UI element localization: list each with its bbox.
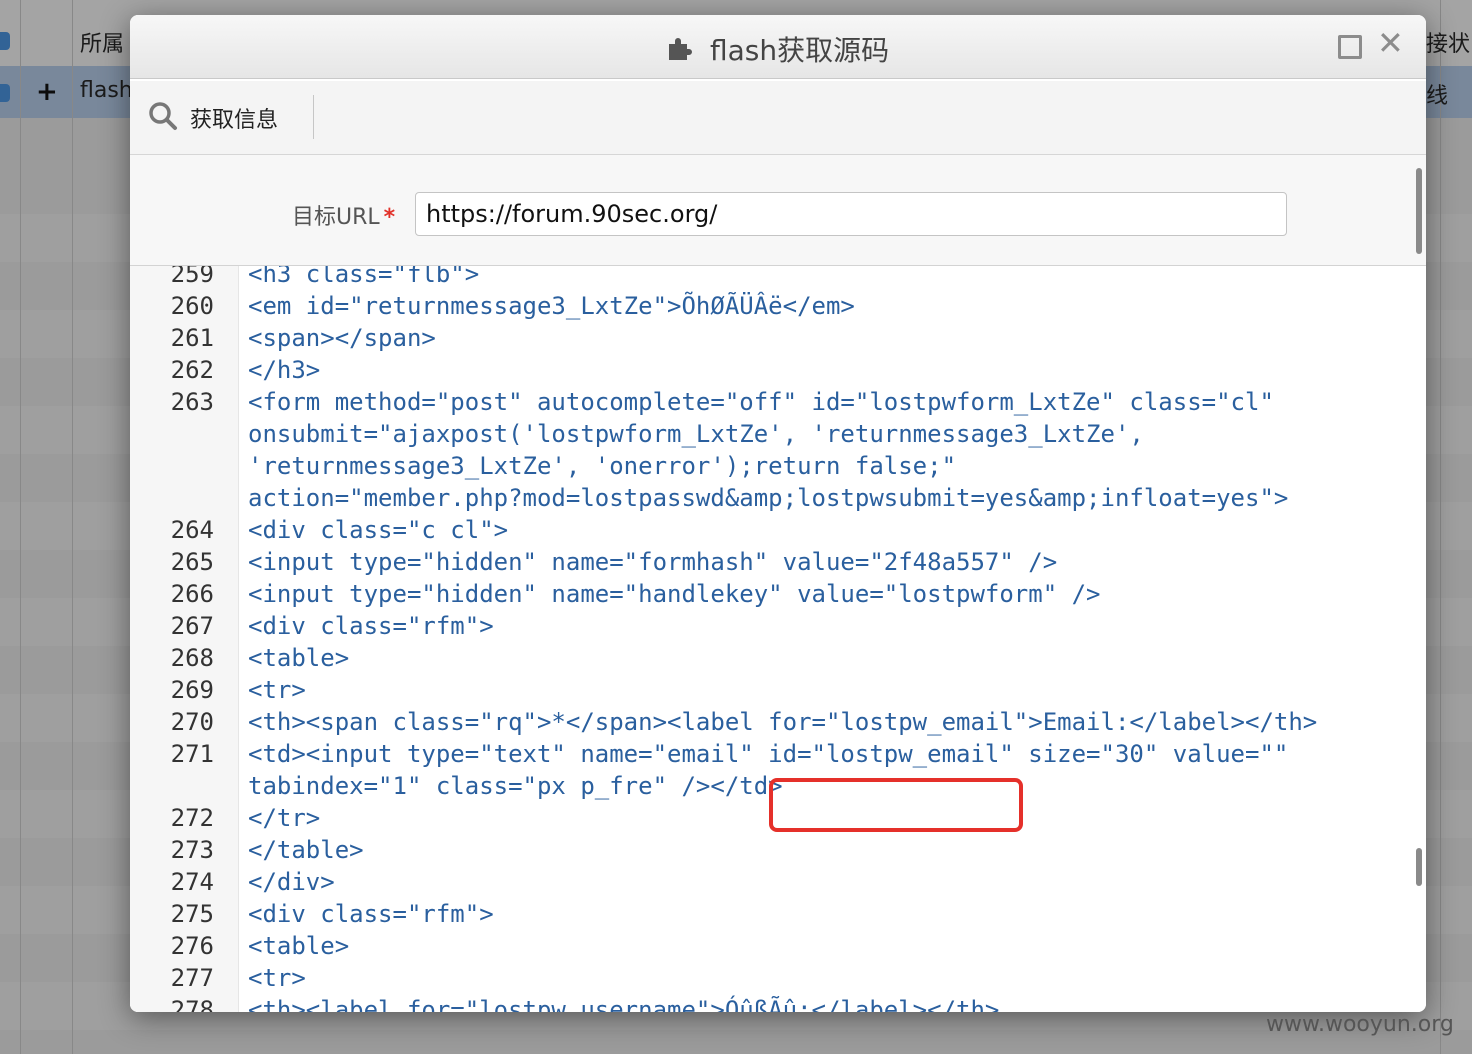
code-text: <h3 class="flb"> [248, 266, 480, 288]
maximize-button[interactable] [1338, 35, 1362, 59]
code-line: 269 <tr> [130, 674, 1410, 706]
code-text: <div class="rfm"> [248, 900, 494, 928]
code-text: <em id="returnmessage3_LxtZe">ÕһØÃÜÂë</e… [248, 292, 855, 320]
code-line: 270 <th><span class="rq">*</span><label f… [130, 706, 1410, 738]
line-number: 269 [170, 676, 214, 704]
line-number: 259 [170, 266, 214, 288]
line-number: 260 [170, 292, 214, 320]
code-text: <td><input type="text" name="email" id="… [248, 740, 1289, 768]
watermark: www.wooyun.org [1266, 1012, 1454, 1037]
line-number [130, 450, 214, 482]
line-number: 270 [170, 708, 214, 736]
code-line: 271 <td><input type="text" name="email" i… [130, 738, 1410, 770]
toolbar-divider [313, 95, 314, 139]
dialog-title: flash获取源码 [709, 34, 890, 67]
code-text: 'returnmessage3_LxtZe', 'onerror');retur… [248, 452, 957, 480]
code-text: </tr> [248, 804, 321, 832]
code-line: 259 <h3 class="flb"> [130, 266, 1410, 290]
dialog-titlebar[interactable]: flash获取源码 ✕ [130, 15, 1426, 79]
code-text: <th><span class="rq">*</span><label for=… [248, 708, 1318, 736]
get-info-label: 获取信息 [190, 108, 279, 133]
code-text: <tr> [248, 676, 306, 704]
code-text: <input type="hidden" name="formhash" val… [248, 548, 1058, 576]
code-line: 260 <em id="returnmessage3_LxtZe">ÕһØÃÜÂë… [130, 290, 1410, 322]
line-number [130, 418, 214, 450]
form-scrollbar[interactable] [1416, 168, 1422, 254]
code-text: </table> [248, 836, 364, 864]
code-line: action="member.php?mod=lostpasswd&amp;lo… [130, 482, 1410, 514]
line-number: 264 [170, 516, 214, 544]
line-number: 267 [170, 612, 214, 640]
code-text: action="member.php?mod=lostpasswd&amp;lo… [248, 484, 1289, 512]
line-number: 277 [170, 964, 214, 992]
line-number [130, 770, 214, 802]
source-dialog: flash获取源码 ✕ 获取信息 目标URL* 259 <h3 class="fl… [130, 15, 1426, 1012]
code-line: 'returnmessage3_LxtZe', 'onerror');retur… [130, 450, 1410, 482]
code-text: <input type="hidden" name="handlekey" va… [248, 580, 1101, 608]
url-label-text: 目标URL [292, 205, 380, 230]
code-text: <div class="rfm"> [248, 612, 494, 640]
code-line: 266 <input type="hidden" name="handlekey"… [130, 578, 1410, 610]
url-form: 目标URL * [130, 155, 1426, 266]
code-line: 264 <div class="c cl"> [130, 514, 1410, 546]
code-text: <form method="post" autocomplete="off" i… [248, 388, 1274, 416]
line-number: 276 [170, 932, 214, 960]
search-icon [148, 101, 178, 135]
formhash-highlight-box [769, 778, 1023, 832]
line-number: 268 [170, 644, 214, 672]
puzzle-icon [667, 34, 697, 64]
code-line: 262 </h3> [130, 354, 1410, 386]
code-text: <span></span> [248, 324, 436, 352]
code-text: <table> [248, 644, 350, 672]
get-info-button[interactable]: 获取信息 [148, 99, 278, 137]
line-number: 266 [170, 580, 214, 608]
url-label: 目标URL * [292, 199, 395, 231]
source-code-viewer[interactable]: 259 <h3 class="flb"> 260 <em id="returnmess… [130, 266, 1426, 1012]
code-text: <th><label for="lostpw_username">ÓûßÃû:<… [248, 996, 1000, 1012]
code-text: onsubmit="ajaxpost('lostpwform_LxtZe', '… [248, 420, 1144, 448]
code-line: 277 <tr> [130, 962, 1410, 994]
line-number: 273 [170, 836, 214, 864]
line-number: 275 [170, 900, 214, 928]
line-number: 262 [170, 356, 214, 384]
target-url-input[interactable] [415, 192, 1287, 236]
code-lines: 259 <h3 class="flb"> 260 <em id="returnmess… [130, 266, 1410, 1012]
code-text: </div> [248, 868, 335, 896]
code-line: 268 <table> [130, 642, 1410, 674]
line-number: 265 [170, 548, 214, 576]
code-text: <tr> [248, 964, 306, 992]
line-number: 278 [170, 996, 214, 1012]
dialog-toolbar: 获取信息 [130, 81, 1426, 155]
code-line: onsubmit="ajaxpost('lostpwform_LxtZe', '… [130, 418, 1410, 450]
code-line: 278 <th><label for="lostpw_username">ÓûßÃ… [130, 994, 1410, 1012]
code-line: 273 </table> [130, 834, 1410, 866]
line-number: 263 [170, 388, 214, 416]
code-line: 267 <div class="rfm"> [130, 610, 1410, 642]
code-text: </h3> [248, 356, 321, 384]
code-line: 276 <table> [130, 930, 1410, 962]
line-number: 261 [170, 324, 214, 352]
line-number: 271 [170, 740, 214, 768]
code-text: <table> [248, 932, 350, 960]
code-scrollbar[interactable] [1416, 848, 1422, 886]
line-number: 274 [170, 868, 214, 896]
code-text: tabindex="1" class="px p_fre" /></td> [248, 772, 783, 800]
code-line: 265 <input type="hidden" name="formhash" … [130, 546, 1410, 578]
code-line: 261 <span></span> [130, 322, 1410, 354]
code-line: 263 <form method="post" autocomplete="off… [130, 386, 1410, 418]
line-number: 272 [170, 804, 214, 832]
code-line: 275 <div class="rfm"> [130, 898, 1410, 930]
close-button[interactable]: ✕ [1377, 25, 1404, 61]
code-line: 274 </div> [130, 866, 1410, 898]
line-number [130, 482, 214, 514]
required-mark: * [383, 205, 396, 230]
code-text: <div class="c cl"> [248, 516, 509, 544]
